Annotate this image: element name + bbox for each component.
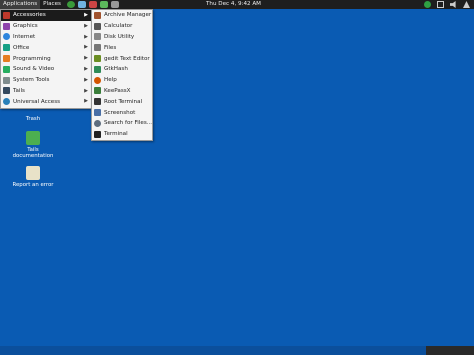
system-tray bbox=[424, 1, 470, 8]
desktop-icon-trash[interactable]: Trash bbox=[8, 100, 58, 122]
category-office[interactable]: Office ▶ bbox=[1, 42, 91, 53]
category-label: Internet bbox=[13, 33, 36, 40]
app-label: Archive Manager bbox=[104, 12, 152, 19]
office-icon bbox=[3, 44, 10, 52]
app-archive-manager[interactable]: Archive Manager bbox=[92, 10, 152, 21]
chevron-right-icon: ▶ bbox=[84, 33, 88, 40]
category-label: Accessories bbox=[13, 12, 46, 19]
volume-icon[interactable] bbox=[450, 1, 456, 8]
chevron-right-icon: ▶ bbox=[84, 98, 88, 105]
chevron-right-icon: ▶ bbox=[84, 87, 88, 94]
category-label: Office bbox=[13, 44, 30, 51]
gtkhash-icon bbox=[94, 65, 101, 73]
category-label: Tails bbox=[13, 87, 25, 94]
gedit-icon bbox=[94, 55, 101, 63]
tor-status-icon[interactable] bbox=[424, 1, 431, 8]
category-programming[interactable]: Programming ▶ bbox=[1, 53, 91, 64]
desktop-icon-tails-documentation[interactable]: Tails documentation bbox=[8, 131, 58, 159]
programming-icon bbox=[3, 55, 10, 63]
applications-menu: Accessories ▶ Graphics ▶ Internet ▶ Offi… bbox=[0, 9, 92, 109]
chevron-right-icon: ▶ bbox=[84, 12, 88, 18]
pidgin-launcher-icon[interactable] bbox=[88, 1, 97, 8]
terminal-launcher-icon[interactable] bbox=[110, 1, 119, 8]
app-label: gedit Text Editor bbox=[104, 55, 150, 62]
screenshot-icon bbox=[94, 109, 101, 117]
desktop-icon-label: Tails documentation bbox=[12, 147, 54, 159]
files-icon bbox=[94, 44, 101, 52]
app-search-files[interactable]: Search for Files... bbox=[92, 118, 152, 129]
app-screenshot[interactable]: Screenshot bbox=[92, 107, 152, 118]
desktop-icon-label: Trash bbox=[25, 116, 41, 122]
chevron-right-icon: ▶ bbox=[84, 65, 88, 72]
workspace-switcher[interactable] bbox=[426, 346, 474, 355]
app-help[interactable]: Help bbox=[92, 75, 152, 86]
clock[interactable]: Thu Dec 4, 9:42 AM bbox=[206, 0, 261, 9]
archive-manager-icon bbox=[94, 11, 101, 19]
mail-launcher-icon[interactable] bbox=[77, 1, 86, 8]
category-label: System Tools bbox=[13, 77, 50, 84]
chevron-right-icon: ▶ bbox=[84, 76, 88, 83]
app-terminal[interactable]: Terminal bbox=[92, 129, 152, 140]
app-gtkhash[interactable]: GtkHash bbox=[92, 64, 152, 75]
app-calculator[interactable]: Calculator bbox=[92, 21, 152, 32]
app-files[interactable]: Files bbox=[92, 42, 152, 53]
chevron-right-icon: ▶ bbox=[84, 55, 88, 62]
search-icon bbox=[94, 119, 101, 127]
app-label: Terminal bbox=[104, 131, 128, 138]
category-accessories[interactable]: Accessories ▶ bbox=[1, 10, 91, 21]
app-label: Screenshot bbox=[104, 109, 136, 116]
places-menu-button[interactable]: Places bbox=[40, 0, 64, 9]
chevron-right-icon: ▶ bbox=[84, 44, 88, 51]
tails-documentation-icon bbox=[26, 131, 40, 145]
sound-video-icon bbox=[3, 65, 10, 73]
tails-icon bbox=[3, 87, 10, 95]
category-system-tools[interactable]: System Tools ▶ bbox=[1, 75, 91, 86]
app-keepassx[interactable]: KeePassX bbox=[92, 86, 152, 97]
app-label: Help bbox=[104, 77, 117, 84]
help-icon bbox=[94, 76, 101, 84]
trash-icon bbox=[26, 100, 40, 114]
category-tails[interactable]: Tails ▶ bbox=[1, 86, 91, 97]
applications-menu-button[interactable]: Applications bbox=[0, 0, 41, 9]
desktop-icon-report-error[interactable]: Report an error bbox=[8, 166, 58, 188]
keepassx-icon bbox=[94, 87, 101, 95]
app-label: Disk Utility bbox=[104, 33, 135, 40]
app-label: Search for Files... bbox=[104, 120, 153, 127]
accessories-submenu: Archive Manager Calculator Disk Utility … bbox=[91, 9, 153, 141]
app-disk-utility[interactable]: Disk Utility bbox=[92, 32, 152, 43]
category-label: Graphics bbox=[13, 23, 38, 30]
app-label: KeePassX bbox=[104, 87, 131, 94]
category-label: Sound & Video bbox=[13, 66, 55, 73]
report-error-icon bbox=[26, 166, 40, 180]
chevron-right-icon: ▶ bbox=[84, 22, 88, 29]
category-sound-video[interactable]: Sound & Video ▶ bbox=[1, 64, 91, 75]
category-internet[interactable]: Internet ▶ bbox=[1, 32, 91, 43]
terminal-icon bbox=[94, 130, 101, 138]
calculator-icon bbox=[94, 22, 101, 30]
app-root-terminal[interactable]: Root Terminal bbox=[92, 96, 152, 107]
browser-launcher-icon[interactable] bbox=[66, 1, 75, 8]
category-graphics[interactable]: Graphics ▶ bbox=[1, 21, 91, 32]
disk-utility-icon bbox=[94, 33, 101, 41]
app-gedit[interactable]: gedit Text Editor bbox=[92, 53, 152, 64]
app-label: GtkHash bbox=[104, 66, 128, 73]
desktop-icon-label: Report an error bbox=[12, 182, 54, 188]
app-label: Files bbox=[104, 44, 117, 51]
internet-icon bbox=[3, 33, 10, 41]
bottom-panel bbox=[0, 346, 474, 355]
accessories-icon bbox=[3, 11, 10, 19]
graphics-icon bbox=[3, 22, 10, 30]
keepassx-launcher-icon[interactable] bbox=[99, 1, 108, 8]
system-tools-icon bbox=[3, 76, 10, 84]
category-label: Programming bbox=[13, 55, 51, 62]
root-terminal-icon bbox=[94, 98, 101, 106]
app-label: Root Terminal bbox=[104, 98, 143, 105]
app-label: Calculator bbox=[104, 23, 133, 30]
power-icon[interactable] bbox=[463, 1, 470, 8]
keyboard-icon[interactable] bbox=[437, 1, 444, 8]
